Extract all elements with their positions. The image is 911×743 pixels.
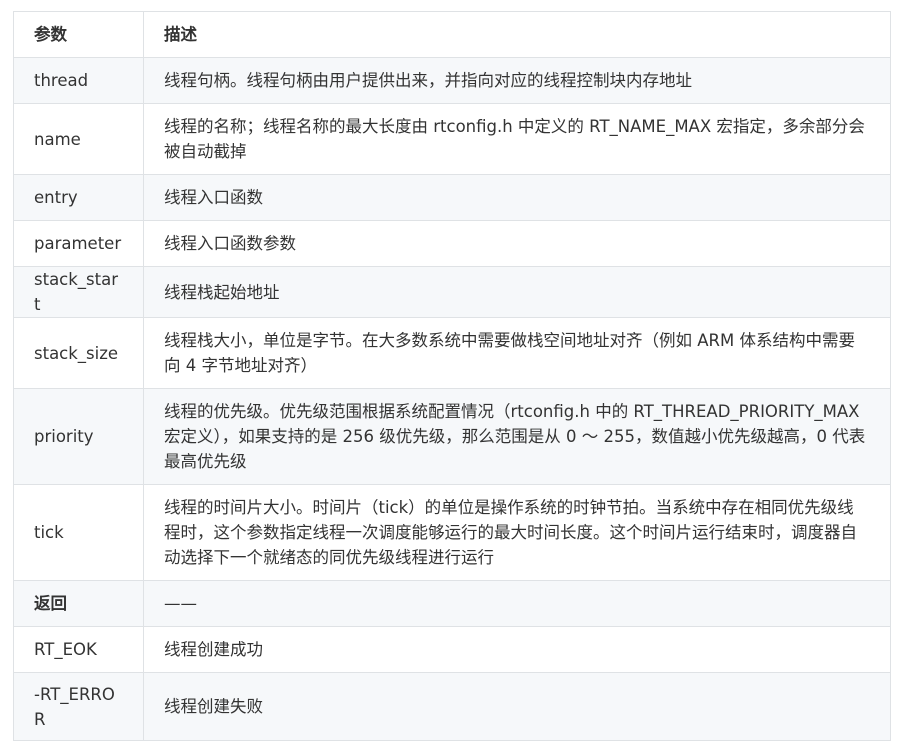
table-row: stack_size 线程栈大小，单位是字节。在大多数系统中需要做栈空间地址对齐… xyxy=(13,317,891,389)
param-name: tick xyxy=(13,484,144,581)
param-description: 线程入口函数参数 xyxy=(143,220,891,267)
param-description: 线程入口函数 xyxy=(143,174,891,221)
param-name: stack_size xyxy=(13,317,144,389)
param-description: 线程栈起始地址 xyxy=(143,266,891,318)
parameter-table: 参数 描述 thread 线程句柄。线程句柄由用户提供出来，并指向对应的线程控制… xyxy=(13,11,891,741)
return-description: —— xyxy=(143,580,891,627)
return-label: 返回 xyxy=(13,580,144,627)
header-description: 描述 xyxy=(143,11,891,58)
table-row: RT_EOK 线程创建成功 xyxy=(13,626,891,673)
header-param: 参数 xyxy=(13,11,144,58)
table-row: name 线程的名称；线程名称的最大长度由 rtconfig.h 中定义的 RT… xyxy=(13,103,891,175)
table-row: thread 线程句柄。线程句柄由用户提供出来，并指向对应的线程控制块内存地址 xyxy=(13,57,891,104)
param-description: 线程的名称；线程名称的最大长度由 rtconfig.h 中定义的 RT_NAME… xyxy=(143,103,891,175)
table-row: parameter 线程入口函数参数 xyxy=(13,220,891,267)
param-name: thread xyxy=(13,57,144,104)
param-description: 线程栈大小，单位是字节。在大多数系统中需要做栈空间地址对齐（例如 ARM 体系结… xyxy=(143,317,891,389)
return-value: -RT_ERROR xyxy=(13,672,144,741)
param-name: name xyxy=(13,103,144,175)
param-name: stack_start xyxy=(13,266,144,318)
table-row: -RT_ERROR 线程创建失败 xyxy=(13,672,891,741)
table-header-row: 参数 描述 xyxy=(13,11,891,58)
param-description: 线程句柄。线程句柄由用户提供出来，并指向对应的线程控制块内存地址 xyxy=(143,57,891,104)
return-description: 线程创建失败 xyxy=(143,672,891,741)
param-name: parameter xyxy=(13,220,144,267)
table-row: stack_start 线程栈起始地址 xyxy=(13,266,891,318)
param-description: 线程的优先级。优先级范围根据系统配置情况（rtconfig.h 中的 RT_TH… xyxy=(143,388,891,485)
table-row: priority 线程的优先级。优先级范围根据系统配置情况（rtconfig.h… xyxy=(13,388,891,485)
return-description: 线程创建成功 xyxy=(143,626,891,673)
table-row-return-header: 返回 —— xyxy=(13,580,891,627)
param-description: 线程的时间片大小。时间片（tick）的单位是操作系统的时钟节拍。当系统中存在相同… xyxy=(143,484,891,581)
param-name: entry xyxy=(13,174,144,221)
param-name: priority xyxy=(13,388,144,485)
parameter-table-container: 参数 描述 thread 线程句柄。线程句柄由用户提供出来，并指向对应的线程控制… xyxy=(13,11,891,741)
table-row: tick 线程的时间片大小。时间片（tick）的单位是操作系统的时钟节拍。当系统… xyxy=(13,484,891,581)
return-value: RT_EOK xyxy=(13,626,144,673)
table-row: entry 线程入口函数 xyxy=(13,174,891,221)
